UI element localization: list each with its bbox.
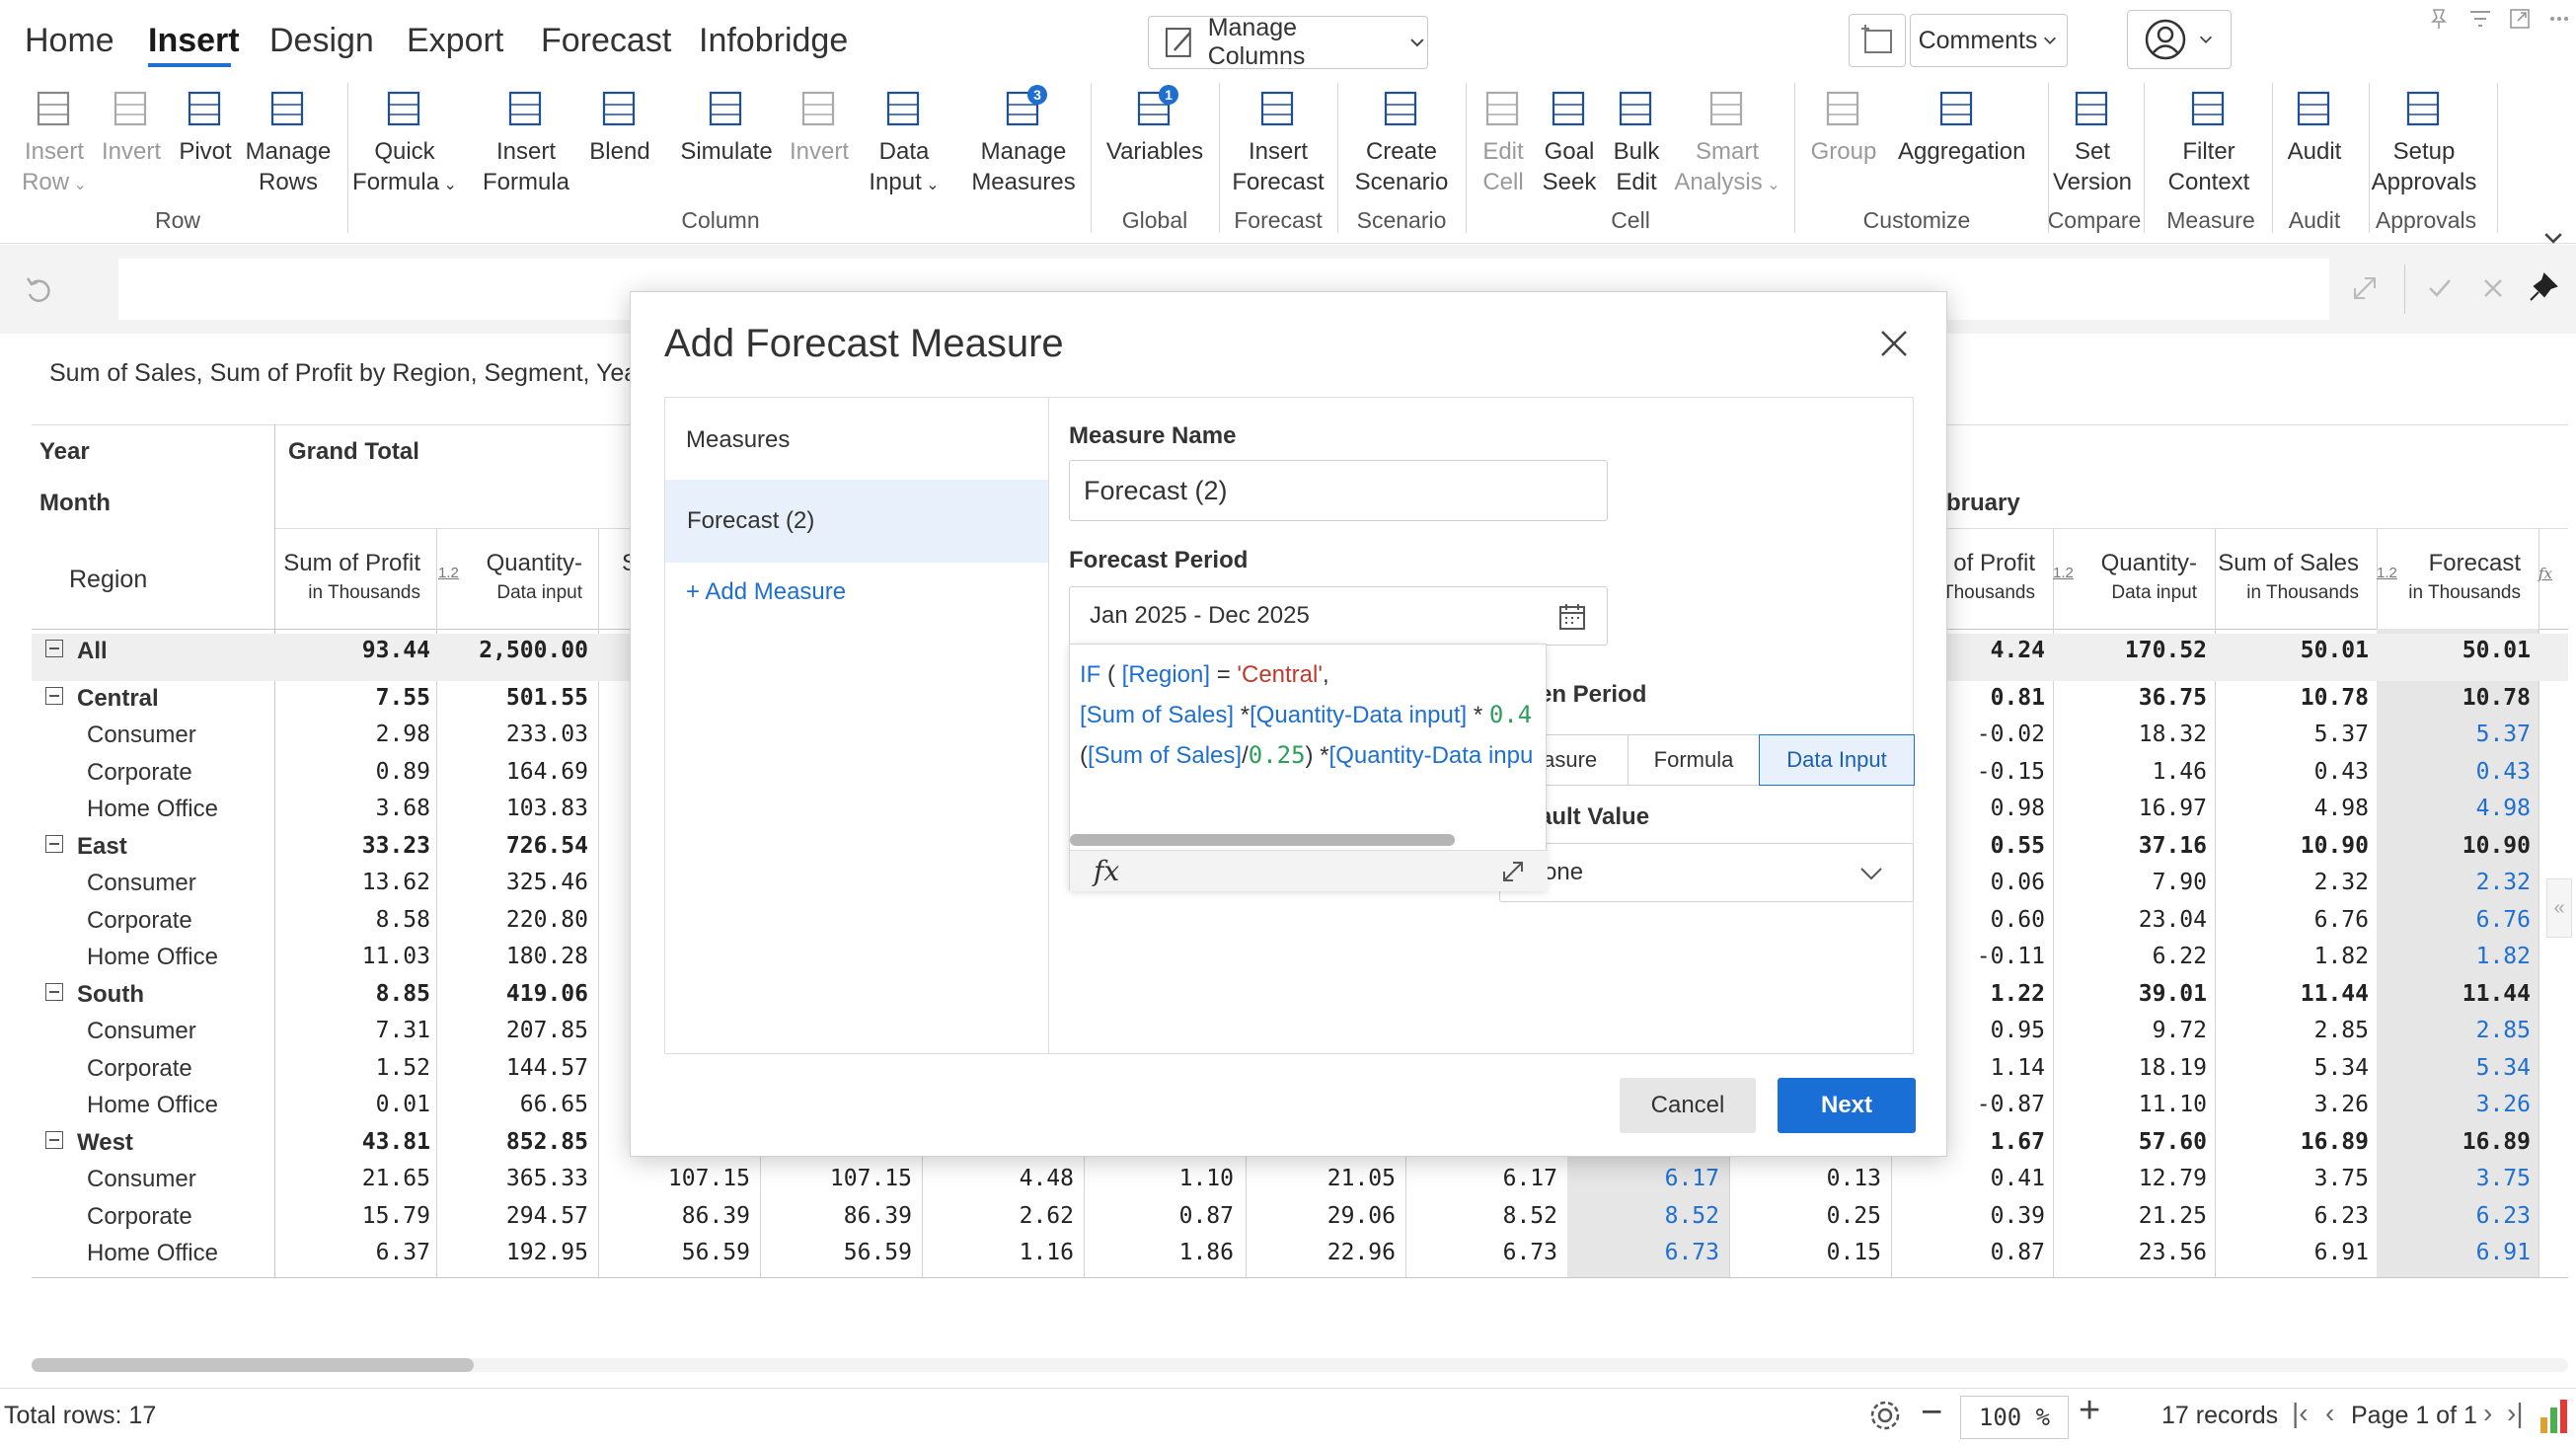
default-value-label: ault Value — [1539, 803, 1650, 830]
formula-token: ) * — [1305, 742, 1329, 769]
measure-name-label: Measure Name — [1069, 422, 1237, 449]
formula-editor-popup: IF ( [Region] = 'Central', [Sum of Sales]… — [1069, 644, 1548, 891]
formula-toolbar: fx — [1070, 850, 1548, 891]
tab-data-input[interactable]: Data Input — [1759, 734, 1915, 786]
measure-list-item-label: Forecast (2) — [687, 507, 815, 534]
measures-header: Measures — [686, 426, 791, 453]
dialog-title: Add Forecast Measure — [664, 322, 1064, 365]
next-button[interactable]: Next — [1778, 1078, 1916, 1133]
forecast-period-label: Forecast Period — [1069, 547, 1249, 573]
formula-line: ([Sum of Sales]/0.25) *[Quantity-Data in… — [1080, 735, 1544, 776]
formula-line: [Sum of Sales] *[Quantity-Data input] * … — [1080, 695, 1544, 735]
formula-token: / — [1242, 742, 1249, 769]
formula-token: [Sum of Sales] — [1080, 702, 1235, 728]
formula-token: 0.4 — [1488, 701, 1533, 728]
forecast-period-value: Jan 2025 - Dec 2025 — [1090, 602, 1310, 629]
measure-name-value: Forecast (2) — [1084, 475, 1228, 505]
formula-token: = — [1210, 661, 1238, 688]
period-label-partial: en Period — [1539, 681, 1647, 708]
measure-list-item[interactable]: Forecast (2) — [665, 480, 1048, 563]
formula-token: * — [1234, 702, 1250, 728]
input-type-tabs: easure Formula Data Input — [1499, 734, 1915, 786]
measure-name-input[interactable]: Forecast (2) — [1069, 460, 1608, 521]
tab-formula[interactable]: Formula — [1629, 735, 1758, 785]
formula-token: 0.25 — [1248, 741, 1306, 769]
formula-token: ( — [1100, 661, 1122, 688]
fx-icon[interactable]: fx — [1094, 855, 1119, 887]
formula-token: ( — [1080, 742, 1088, 769]
formula-token: 'Central' — [1237, 661, 1323, 688]
formula-line: IF ( [Region] = 'Central', — [1080, 654, 1544, 695]
chevron-down-icon — [1860, 868, 1882, 880]
formula-token: IF — [1080, 661, 1101, 688]
formula-token: , — [1322, 661, 1329, 688]
add-measure-link[interactable]: + Add Measure — [686, 578, 846, 606]
next-button-label: Next — [1820, 1092, 1873, 1118]
formula-token: [Region] — [1121, 661, 1211, 688]
cancel-button[interactable]: Cancel — [1620, 1078, 1756, 1133]
formula-scrollbar-thumb[interactable] — [1070, 834, 1455, 846]
forecast-period-input[interactable]: Jan 2025 - Dec 2025 — [1069, 586, 1608, 646]
default-value-text: one — [1544, 859, 1584, 885]
formula-token: * — [1467, 702, 1489, 728]
tab-formula-label: Formula — [1653, 747, 1734, 772]
formula-token: [Sum of Sales] — [1088, 742, 1243, 769]
calendar-icon[interactable] — [1557, 602, 1587, 632]
default-value-select[interactable]: one — [1499, 843, 1914, 902]
formula-token: [Quantity-Data inpu — [1328, 742, 1534, 769]
expand-editor-icon[interactable] — [1498, 857, 1528, 886]
formula-token: [Quantity-Data input] — [1250, 702, 1468, 728]
formula-code-area[interactable]: IF ( [Region] = 'Central', [Sum of Sales]… — [1080, 654, 1544, 822]
close-icon[interactable] — [1876, 326, 1912, 361]
cancel-button-label: Cancel — [1650, 1092, 1725, 1118]
measures-panel-divider — [1048, 397, 1049, 1054]
tab-data-input-label: Data Input — [1786, 747, 1887, 772]
add-forecast-measure-dialog: Add Forecast Measure Measures Forecast (… — [630, 291, 1947, 1157]
